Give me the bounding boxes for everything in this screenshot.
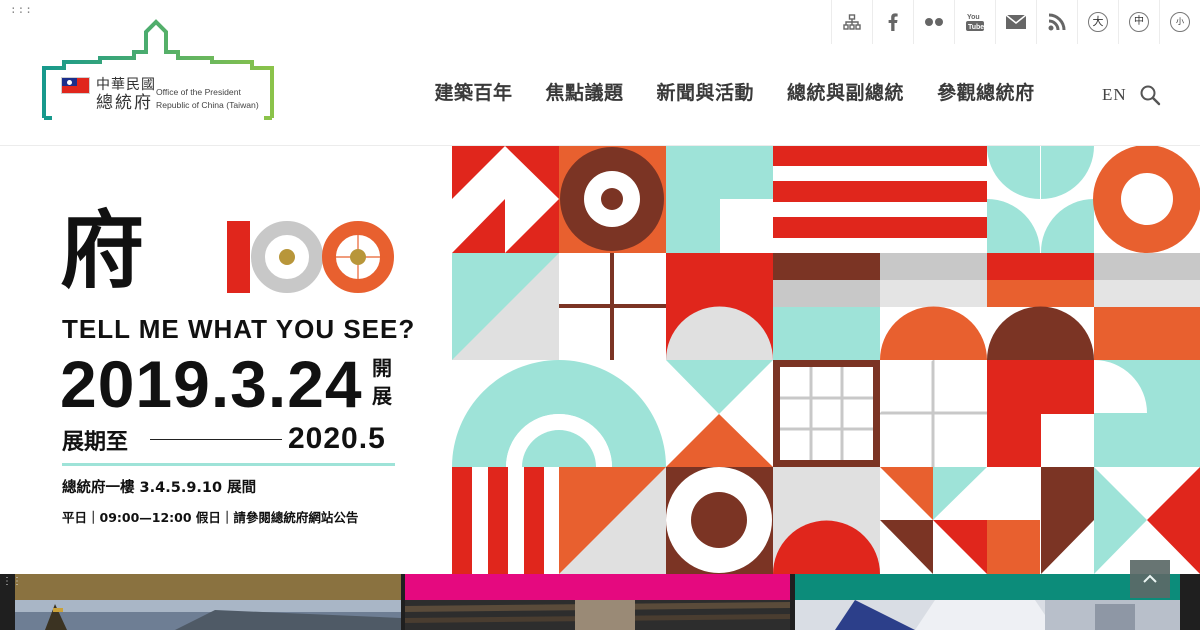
card-color-strip: [795, 574, 1180, 600]
main-navigation: 建築百年 焦點議題 新聞與活動 總統與副總統 參觀總統府: [418, 78, 1051, 105]
featured-card-1[interactable]: [15, 574, 401, 630]
hero-banner[interactable]: 府 TELL ME WHAT YOU SEE? 2019.3.24 開展 展期至…: [0, 146, 1200, 574]
facebook-icon[interactable]: [872, 0, 913, 44]
geometric-pattern-artwork: [452, 146, 1200, 574]
flickr-icon[interactable]: [913, 0, 954, 44]
language-switch-en[interactable]: EN: [1102, 85, 1127, 105]
logo-english-name: Office of the President Republic of Chin…: [156, 87, 259, 110]
exhibition-location: 總統府一樓 3.4.5.9.10 展間: [62, 480, 257, 496]
exhibition-end-date: 2020.5: [288, 422, 386, 455]
divider-rule: [62, 463, 395, 466]
drag-handle-icon[interactable]: ⋮⋮: [2, 577, 22, 587]
font-size-small-button[interactable]: 小: [1159, 0, 1200, 44]
card-color-strip: [15, 574, 401, 600]
exhibition-poster-text: 府 TELL ME WHAT YOU SEE? 2019.3.24 開展 展期至…: [0, 146, 452, 574]
poster-title-char: 府: [60, 201, 145, 300]
featured-card-2[interactable]: [405, 574, 790, 630]
font-size-large-button[interactable]: 大: [1077, 0, 1118, 44]
site-header: ::: 中華民國 總統府 Office of the President Rep…: [0, 0, 1200, 146]
exhibition-until-label: 展期至: [62, 430, 129, 455]
roc-flag-icon: [61, 77, 90, 94]
back-to-top-button[interactable]: [1130, 560, 1170, 598]
youtube-icon[interactable]: You Tube: [954, 0, 995, 44]
sitemap-icon[interactable]: [831, 0, 872, 44]
nav-item-visit[interactable]: 參觀總統府: [921, 78, 1052, 105]
accesskey-link[interactable]: :::: [10, 3, 33, 16]
card-photo: [405, 600, 790, 630]
card-photo: [15, 600, 401, 630]
exhibition-open-date: 2019.3.24: [60, 347, 363, 421]
card-photo: [795, 600, 1180, 630]
svg-text:Tube: Tube: [968, 24, 984, 31]
card-color-strip: [405, 574, 790, 600]
exhibition-hours: 平日｜09:00—12:00 假日｜請參閱總統府網站公告: [62, 510, 359, 525]
nav-item-architecture[interactable]: 建築百年: [418, 78, 529, 105]
centennial-100-logo-icon: [227, 221, 394, 293]
svg-text:You: You: [967, 14, 980, 21]
utility-bar: You Tube 大 中 小: [831, 0, 1200, 44]
rss-icon[interactable]: [1036, 0, 1077, 44]
poster-tagline: TELL ME WHAT YOU SEE?: [62, 314, 416, 344]
featured-cards: [0, 574, 1200, 630]
nav-item-focus-issues[interactable]: 焦點議題: [529, 78, 640, 105]
nav-item-president-vice-president[interactable]: 總統與副總統: [771, 78, 921, 105]
search-icon[interactable]: [1139, 84, 1161, 106]
mail-icon[interactable]: [995, 0, 1036, 44]
logo-chinese-name: 中華民國 總統府: [96, 77, 156, 113]
divider-line: [150, 439, 282, 440]
exhibition-open-label: 開展: [372, 356, 392, 408]
chevron-up-icon: [1143, 574, 1157, 583]
nav-item-news-events[interactable]: 新聞與活動: [640, 78, 771, 105]
font-size-medium-button[interactable]: 中: [1118, 0, 1159, 44]
featured-card-3[interactable]: [795, 574, 1180, 630]
